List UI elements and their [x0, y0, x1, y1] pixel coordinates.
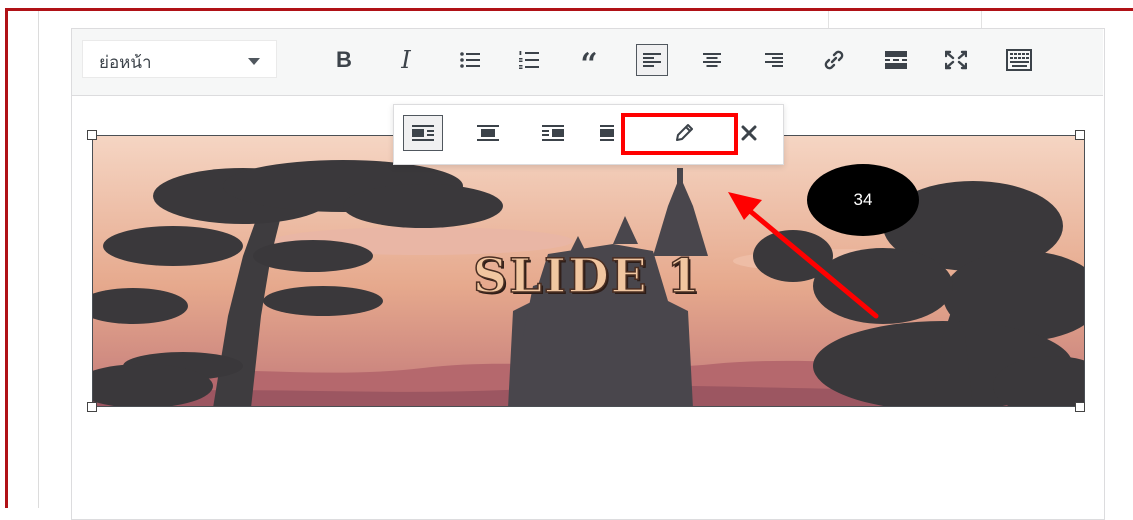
- editor-toolbar: ย่อหน้า B I “: [72, 29, 1103, 96]
- image-align-left-icon: [412, 125, 434, 141]
- bold-button[interactable]: B: [328, 44, 360, 76]
- resize-handle-bottom-right[interactable]: [1075, 402, 1085, 412]
- quote-icon: “: [580, 47, 598, 82]
- annotation-arrow-icon: [728, 192, 879, 319]
- align-left-icon: [643, 53, 661, 67]
- fullscreen-button[interactable]: [940, 44, 972, 76]
- close-icon: [741, 125, 757, 141]
- frame-left-border: [5, 8, 8, 508]
- image-align-center-icon: [477, 125, 499, 141]
- bold-icon: B: [336, 47, 352, 72]
- image-align-left-button[interactable]: [403, 115, 443, 151]
- chevron-down-icon: [248, 58, 260, 65]
- read-more-button[interactable]: [880, 44, 912, 76]
- align-center-button[interactable]: [696, 44, 728, 76]
- blockquote-button[interactable]: “: [573, 44, 605, 80]
- italic-icon: I: [401, 46, 411, 74]
- link-icon: [824, 50, 844, 70]
- image-align-none-icon: [600, 125, 614, 141]
- slide-title: SLIDE 1: [472, 248, 702, 305]
- fullscreen-icon: [945, 50, 967, 70]
- resize-handle-top-left[interactable]: [87, 130, 97, 140]
- image-align-right-icon: [542, 125, 564, 141]
- image-align-center-button[interactable]: [468, 115, 508, 151]
- keyboard-icon: [1006, 49, 1032, 71]
- editor-tabs-area: [828, 11, 982, 28]
- align-left-button[interactable]: [636, 44, 668, 76]
- slide-image[interactable]: SLIDE 1: [92, 135, 1085, 407]
- format-select[interactable]: ย่อหน้า: [82, 40, 277, 78]
- italic-button[interactable]: I: [390, 44, 422, 76]
- numbered-list-icon: [519, 51, 539, 69]
- toolbar-toggle-button[interactable]: [1003, 44, 1035, 76]
- bullet-list-icon: [460, 52, 480, 68]
- numbered-list-button[interactable]: [513, 44, 545, 76]
- bullet-list-button[interactable]: [454, 44, 486, 76]
- align-center-icon: [703, 53, 721, 67]
- edit-highlight-box: [621, 113, 738, 155]
- resize-handle-bottom-left[interactable]: [87, 402, 97, 412]
- align-right-button[interactable]: [758, 44, 790, 76]
- align-right-icon: [765, 53, 783, 67]
- format-select-value: ย่อหน้า: [99, 53, 152, 72]
- content-divider: [38, 11, 39, 508]
- image-align-right-button[interactable]: [533, 115, 573, 151]
- insert-link-button[interactable]: [818, 44, 850, 76]
- resize-handle-top-right[interactable]: [1075, 130, 1085, 140]
- read-more-icon: [885, 51, 907, 69]
